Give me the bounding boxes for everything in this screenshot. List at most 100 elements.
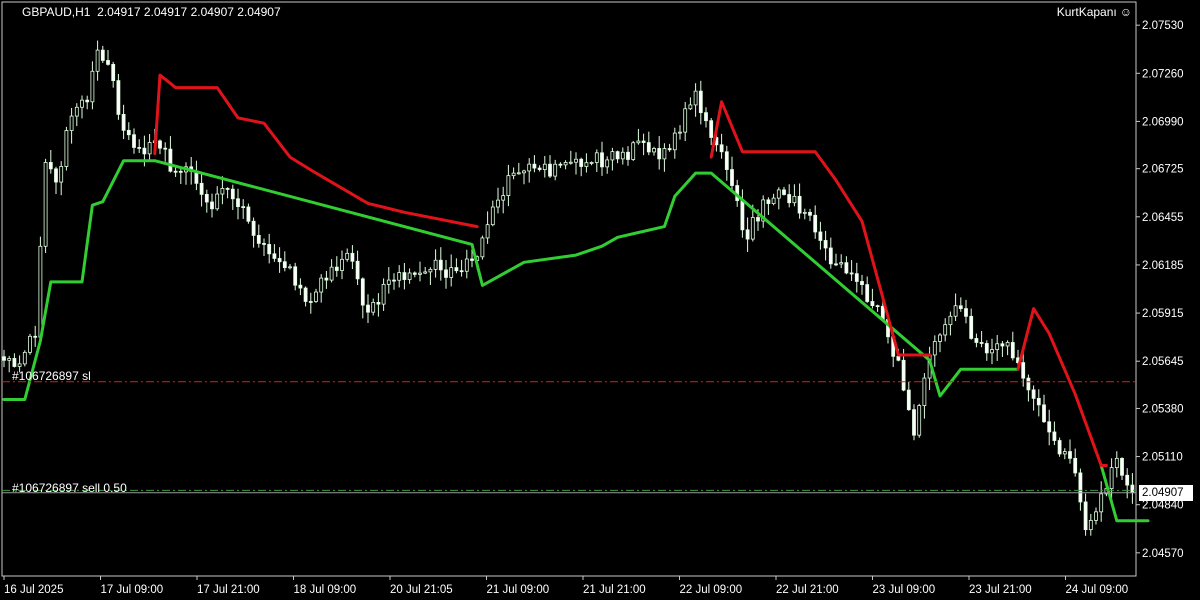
candle <box>511 167 516 180</box>
candle-body <box>381 283 386 305</box>
candle-body <box>158 140 162 149</box>
candle-body <box>1010 342 1015 359</box>
candle-body <box>168 148 173 172</box>
candle <box>537 165 542 172</box>
candle <box>449 254 454 287</box>
candle-body <box>392 279 396 282</box>
candle-body <box>834 263 838 266</box>
candle <box>490 200 495 227</box>
candle-body <box>38 245 43 338</box>
x-tick-label: 20 Jul 21:05 <box>390 584 453 596</box>
candle <box>678 125 682 140</box>
candle <box>464 249 469 279</box>
candle-body <box>511 172 516 177</box>
x-tick-label: 23 Jul 21:00 <box>969 584 1032 596</box>
candle <box>527 158 532 183</box>
candle <box>709 118 714 146</box>
candle <box>43 158 48 254</box>
candle-body <box>875 305 880 308</box>
candle <box>163 142 168 162</box>
x-tick-label: 24 Jul 09:00 <box>1066 584 1129 596</box>
candle <box>652 146 656 156</box>
candle <box>54 166 58 194</box>
candle <box>516 162 521 175</box>
candle-body <box>1083 501 1088 531</box>
candle-body <box>906 389 911 411</box>
candle <box>496 187 500 214</box>
candle-body <box>48 162 53 170</box>
candle-body <box>397 272 402 281</box>
candle <box>1073 448 1078 477</box>
candle-body <box>771 197 776 204</box>
candle <box>865 276 870 303</box>
expert-name: KurtKapanı <box>1056 5 1117 19</box>
candle-body <box>293 266 298 286</box>
candle-body <box>964 308 968 317</box>
candle <box>641 133 646 156</box>
candle-body <box>683 108 688 133</box>
y-tick-label: 2.04570 <box>1142 548 1184 560</box>
candle <box>251 217 256 248</box>
price-axis: 2.07530 2.07260 2.06990 2.06725 2.06455 2.061… <box>1136 20 1184 560</box>
candle-body <box>262 243 266 245</box>
candle-body <box>797 195 802 214</box>
candle-body <box>43 162 48 247</box>
candle <box>1125 468 1130 499</box>
candle <box>256 224 261 248</box>
candle-body <box>480 237 485 258</box>
candle-body <box>646 142 651 153</box>
candle-body <box>792 195 797 204</box>
x-tick-label: 22 Jul 21:00 <box>776 584 839 596</box>
ohlc-values: 2.04917 2.04917 2.04907 2.04907 <box>97 5 281 19</box>
candle <box>355 250 360 286</box>
candle-body <box>844 262 849 274</box>
candle <box>1094 507 1098 525</box>
candle <box>230 184 235 210</box>
candle-body <box>522 170 526 174</box>
candle <box>974 333 979 348</box>
candle <box>823 230 828 261</box>
stop-loss-label[interactable]: #106726897 sl <box>12 369 91 383</box>
candle-body <box>740 200 745 231</box>
candle-body <box>865 284 870 302</box>
candle-body <box>173 170 178 173</box>
candle-body <box>496 199 500 208</box>
y-tick-label: 2.07260 <box>1142 68 1184 80</box>
candle-body <box>860 281 864 285</box>
symbol-label: GBPAUD,H1 <box>22 5 91 19</box>
candle-body <box>782 189 786 195</box>
candle <box>574 152 578 175</box>
candle <box>100 45 105 64</box>
trend-line-up <box>2 159 1020 401</box>
current-price-tag: 2.04907 <box>1139 484 1193 501</box>
candle <box>995 334 1000 361</box>
candle <box>199 174 204 207</box>
candle-body <box>896 355 901 361</box>
candle-body <box>594 152 599 163</box>
candle-body <box>620 151 625 160</box>
x-tick-label: 17 Jul 21:00 <box>197 584 260 596</box>
x-tick-label: 16 Jul 2025 <box>4 584 63 596</box>
price-chart[interactable]: 2.07530 2.07260 2.06990 2.06725 2.06455 2.061… <box>0 0 1200 600</box>
candle <box>132 128 136 154</box>
sell-order-label[interactable]: #106726897 sell 0.50 <box>12 481 127 495</box>
candle-body <box>724 151 729 170</box>
candle <box>1088 514 1093 536</box>
candle <box>80 95 84 119</box>
candle-body <box>272 253 277 259</box>
y-tick-label: 2.06455 <box>1142 212 1184 224</box>
candle-body <box>1062 451 1067 455</box>
candle-body <box>230 188 235 200</box>
candle-body <box>516 172 521 175</box>
candle-body <box>974 338 979 343</box>
candle <box>724 145 729 181</box>
candle <box>522 169 526 185</box>
candle-body <box>386 279 391 285</box>
candle <box>85 95 90 110</box>
candle <box>532 155 537 173</box>
order-levels[interactable] <box>2 381 1136 494</box>
candle-body <box>210 201 214 210</box>
candle <box>418 261 422 282</box>
expert-advisor-label[interactable]: KurtKapanı ☺ <box>1057 5 1132 19</box>
candle <box>626 146 630 166</box>
